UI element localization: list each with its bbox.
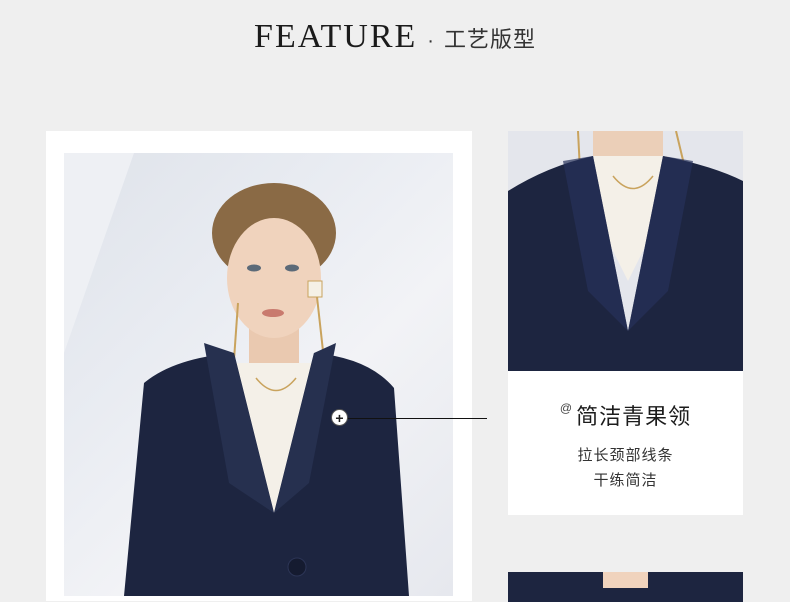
- face: [227, 218, 321, 338]
- neck: [603, 572, 648, 588]
- caption-title-row: @ 简洁青果领: [508, 399, 743, 431]
- plus-glyph: +: [335, 409, 344, 426]
- next-detail-photo: [508, 572, 743, 602]
- collar-detail-illustration: [508, 131, 743, 371]
- title-separator: ·: [427, 30, 434, 52]
- jacket-button: [287, 557, 307, 577]
- feature-title-en: FEATURE: [254, 18, 418, 55]
- feature-description-line-1: 拉长颈部线条: [577, 447, 674, 464]
- earring-charm: [307, 280, 323, 298]
- lips: [262, 309, 284, 317]
- background-wall: [64, 153, 134, 353]
- at-symbol: @: [559, 401, 573, 415]
- section-header: FEATURE · 工艺版型: [0, 18, 790, 58]
- hotspot-connector-line: [347, 418, 487, 419]
- plus-icon[interactable]: +: [331, 409, 348, 426]
- model-illustration: [64, 153, 409, 596]
- feature-caption-card: @ 简洁青果领 拉长颈部线条 干练简洁: [508, 371, 743, 515]
- model-photo-main: [64, 153, 453, 596]
- feature-description-line-2: 干练简洁: [593, 472, 658, 489]
- collar-detail-photo: [508, 131, 743, 371]
- feature-title-cn: 工艺版型: [443, 27, 536, 52]
- right-eye: [285, 264, 299, 272]
- feature-name: 简洁青果领: [576, 404, 692, 429]
- next-detail-illustration: [508, 572, 743, 602]
- left-eye: [247, 264, 261, 272]
